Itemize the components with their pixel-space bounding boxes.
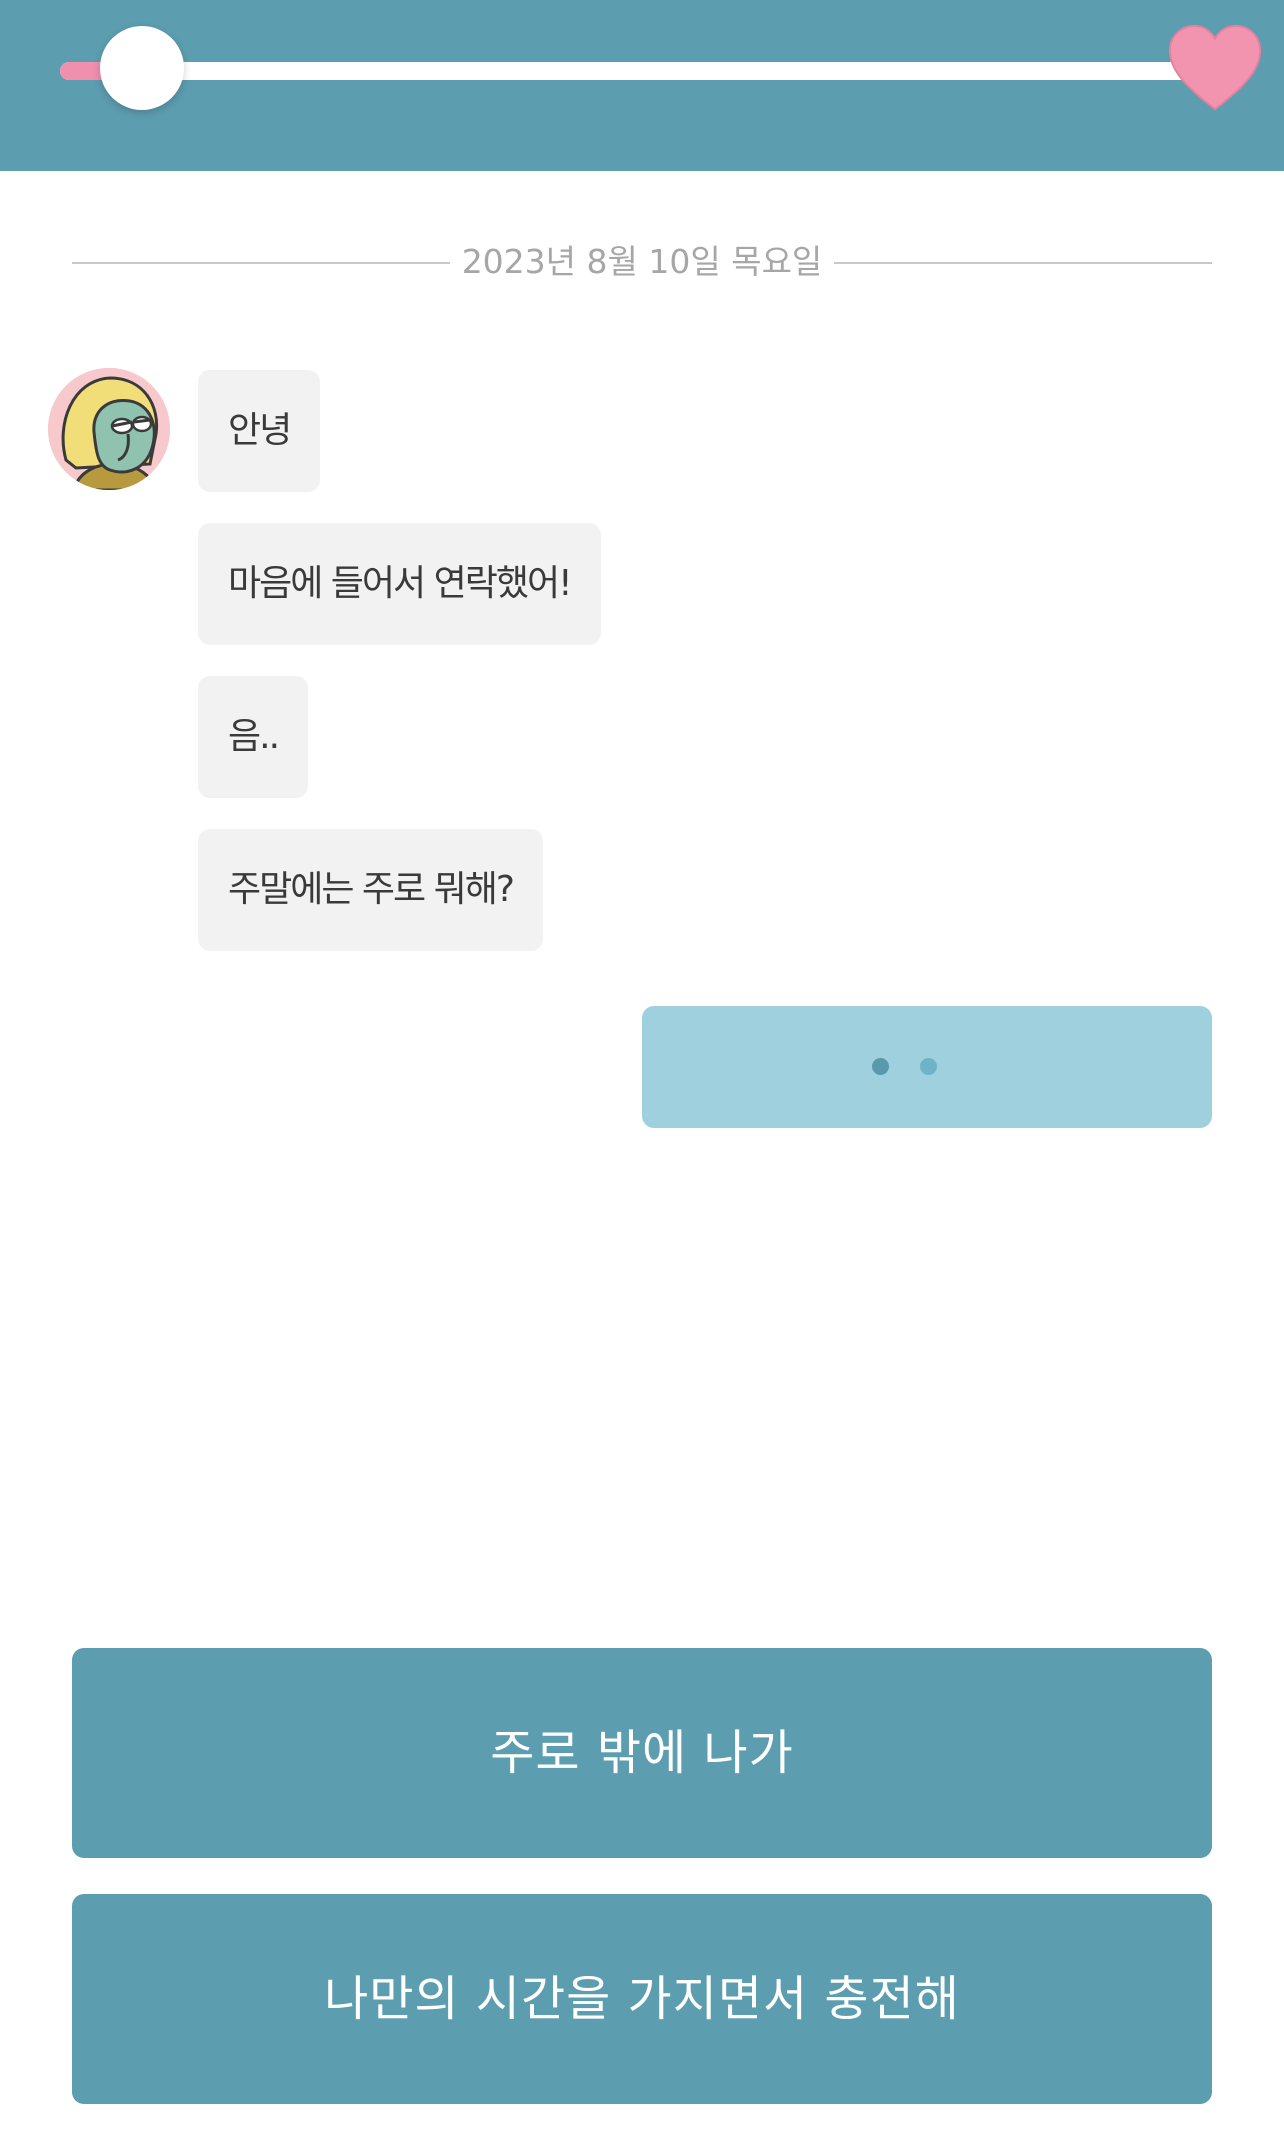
chat-bubble-incoming: 마음에 들어서 연락했어! bbox=[198, 523, 601, 645]
date-divider: 2023년 8월 10일 목요일 bbox=[72, 242, 1212, 282]
chat-bubble-incoming: 안녕 bbox=[198, 370, 321, 492]
affection-header bbox=[0, 0, 1284, 171]
heart-icon bbox=[1168, 24, 1262, 111]
character-avatar[interactable] bbox=[48, 368, 170, 490]
typing-dot bbox=[920, 1058, 937, 1075]
reply-choice-button[interactable]: 나만의 시간을 가지면서 충전해 bbox=[72, 1894, 1212, 2104]
reply-choice-button[interactable]: 주로 밖에 나가 bbox=[72, 1648, 1212, 1858]
typing-dot bbox=[872, 1058, 889, 1075]
chat-bubble-incoming: 주말에는 주로 뭐해? bbox=[198, 829, 543, 951]
divider-line-right bbox=[834, 262, 1212, 264]
chat-bubble-incoming: 음.. bbox=[198, 676, 309, 798]
affection-progress-thumb bbox=[100, 26, 184, 110]
typing-indicator-bubble bbox=[642, 1006, 1212, 1128]
affection-progress-track bbox=[60, 62, 1220, 80]
character-avatar-image bbox=[48, 368, 170, 490]
